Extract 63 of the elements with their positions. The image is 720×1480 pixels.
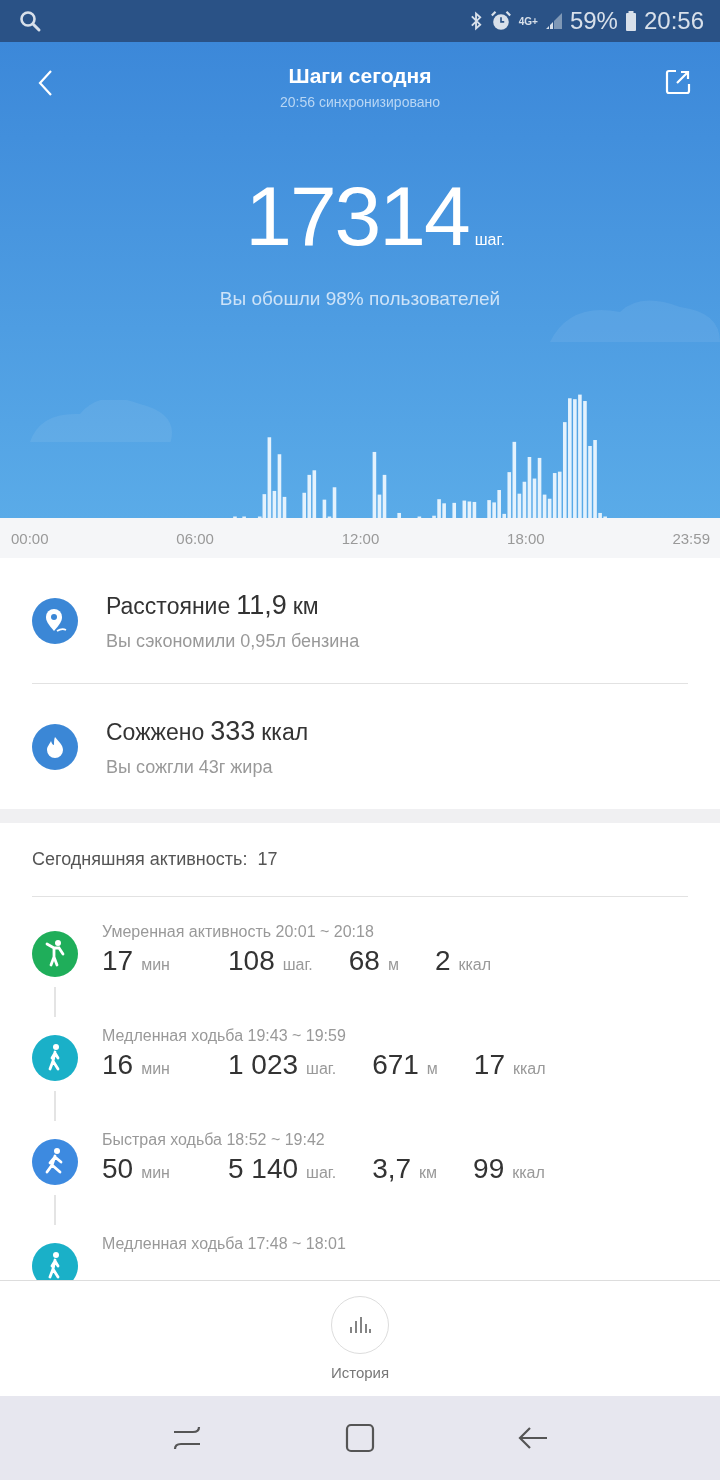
metric-unit: ккал [513, 1060, 546, 1078]
activity-title: Медленная ходьба 17:48 ~ 18:01 [102, 1235, 346, 1253]
activity-title: Умеренная активность 20:01 ~ 20:18 [102, 923, 375, 941]
metric-unit: м [387, 956, 399, 974]
metric-value: 68 [348, 945, 380, 977]
location-pin-icon [32, 597, 78, 644]
metric-unit: мин [141, 956, 170, 974]
battery-icon [624, 10, 637, 32]
bluetooth-icon [469, 10, 483, 32]
history-label: История [330, 1364, 390, 1381]
metric-value: 17 [473, 1049, 505, 1081]
share-icon[interactable] [664, 68, 692, 96]
activity-title: Быстрая ходьба 18:52 ~ 19:42 [102, 1131, 326, 1149]
stat-note: Вы сэкономили 0,95л бензина [106, 630, 360, 652]
home-icon[interactable] [344, 1422, 376, 1454]
metric-value: 16 [102, 1049, 134, 1081]
time-axis-label: 18:00 [507, 529, 545, 547]
stat-unit: км [292, 592, 319, 620]
battery-percent: 59% [569, 7, 618, 35]
step-unit: шаг. [474, 231, 505, 249]
time-axis-label: 23:59 [672, 529, 710, 547]
metric-unit: мин [141, 1164, 170, 1182]
metric-value: 5 140 [228, 1153, 299, 1185]
stat-value: 11,9 [236, 589, 287, 621]
activity-count: 17 [257, 849, 278, 870]
search-icon[interactable] [18, 9, 42, 33]
network-label: 4G+ [518, 15, 538, 27]
time-axis-label: 12:00 [341, 529, 380, 547]
time-axis-label: 06:00 [176, 529, 214, 547]
metric-unit: км [419, 1164, 438, 1182]
stat-label: Расстояние [106, 592, 231, 620]
activity-title: Медленная ходьба 19:43 ~ 19:59 [102, 1027, 347, 1045]
time-axis-label: 00:00 [11, 529, 49, 547]
stat-note: Вы сожгли 43г жира [106, 756, 274, 778]
ranking-note: Вы обошли 98% пользователей [219, 288, 501, 310]
step-bar [397, 512, 401, 518]
metric-unit: шаг. [306, 1164, 337, 1182]
metric-unit: шаг. [282, 956, 313, 974]
metric-value: 3,7 [372, 1153, 412, 1185]
metric-value: 2 [434, 945, 451, 977]
flame-icon [32, 723, 78, 770]
signal-icon [544, 12, 563, 30]
metric-unit: шаг. [306, 1060, 337, 1078]
metric-value: 99 [473, 1153, 505, 1185]
sync-status: 20:56 синхронизировано [280, 94, 440, 110]
metric-unit: ккал [512, 1164, 545, 1182]
activity-heading: Сегодняшняя активность: [32, 849, 248, 870]
metric-value: 50 [102, 1153, 134, 1185]
screen-title: Шаги сегодня [288, 64, 432, 88]
metric-value: 671 [372, 1049, 419, 1081]
stat-value: 333 [210, 715, 256, 747]
metric-value: 17 [102, 945, 134, 977]
stat-label: Сожжено [106, 718, 205, 746]
alarm-icon [489, 10, 512, 32]
metric-value: 1 023 [228, 1049, 299, 1081]
metric-unit: ккал [458, 956, 492, 974]
clock: 20:56 [643, 7, 704, 35]
metric-unit: мин [141, 1060, 170, 1078]
step-bar [452, 502, 457, 518]
step-count: 17314 [245, 174, 469, 258]
metric-value: 108 [228, 945, 275, 977]
metric-unit: м [426, 1060, 438, 1078]
stat-unit: ккал [261, 718, 309, 746]
